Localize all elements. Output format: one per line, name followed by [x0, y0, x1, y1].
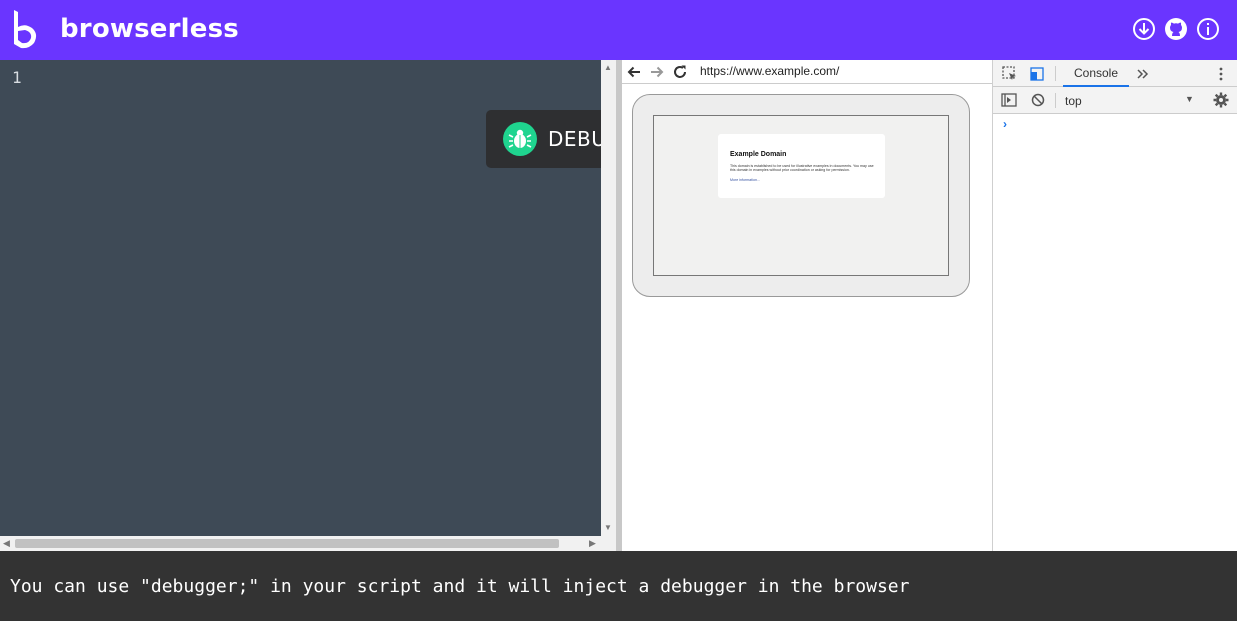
- toolbar-separator: [1055, 93, 1056, 108]
- footer-message: You can use "debugger;" in your script a…: [10, 576, 910, 597]
- context-selector[interactable]: top: [1065, 94, 1082, 108]
- scrollbar-corner: [601, 536, 616, 551]
- back-arrow-icon[interactable]: [625, 63, 643, 81]
- more-info-link[interactable]: More information...: [730, 178, 760, 182]
- devtools-panel: Console top ▼ ›: [992, 60, 1237, 551]
- reload-icon[interactable]: [671, 63, 689, 81]
- browser-preview: https://www.example.com/ Example Domain …: [622, 60, 992, 551]
- clear-console-icon[interactable]: [1029, 91, 1047, 109]
- scroll-up-arrow-icon[interactable]: ▲: [604, 63, 612, 72]
- scroll-down-arrow-icon[interactable]: ▼: [604, 523, 612, 532]
- show-sidebar-icon[interactable]: [1000, 91, 1018, 109]
- bug-icon: [508, 129, 532, 148]
- browser-nav-bar: https://www.example.com/: [622, 60, 992, 84]
- editor-horizontal-scrollbar[interactable]: ◀ ▶: [0, 536, 601, 551]
- app-header: browserless: [0, 0, 1237, 60]
- scroll-right-arrow-icon[interactable]: ▶: [589, 538, 596, 549]
- line-number: 1: [12, 68, 22, 87]
- toolbar-separator: [1055, 66, 1056, 81]
- console-prompt[interactable]: ›: [1003, 117, 1007, 131]
- info-icon[interactable]: [1196, 17, 1220, 41]
- page-heading: Example Domain: [730, 151, 787, 158]
- page-content-card: Example Domain This domain is establishe…: [718, 134, 885, 198]
- debug-button-circle: [503, 122, 537, 156]
- tab-console[interactable]: Console: [1063, 60, 1129, 87]
- horizontal-scroll-thumb[interactable]: [15, 539, 559, 548]
- page-paragraph: This domain is established to be used fo…: [730, 164, 874, 173]
- scroll-left-arrow-icon[interactable]: ◀: [3, 538, 10, 549]
- device-toolbar-icon[interactable]: [1028, 65, 1046, 83]
- inspect-element-icon[interactable]: [1001, 65, 1019, 83]
- download-icon[interactable]: [1132, 17, 1156, 41]
- context-dropdown-arrow-icon[interactable]: ▼: [1185, 94, 1194, 104]
- device-frame: Example Domain This domain is establishe…: [632, 94, 970, 297]
- devtools-toolbar: Console: [993, 60, 1237, 87]
- more-tabs-chevron-icon[interactable]: [1134, 65, 1152, 83]
- status-footer: You can use "debugger;" in your script a…: [0, 551, 1237, 621]
- brand-name[interactable]: browserless: [60, 14, 239, 44]
- code-editor[interactable]: 1 DEBUG: [0, 60, 622, 536]
- console-toolbar: top ▼: [993, 87, 1237, 114]
- github-icon[interactable]: [1164, 17, 1188, 41]
- browserless-logo-icon[interactable]: [11, 9, 41, 50]
- kebab-menu-icon[interactable]: [1212, 65, 1230, 83]
- editor-vertical-scrollbar[interactable]: ▲ ▼: [601, 60, 616, 536]
- debug-button[interactable]: DEBUG: [486, 110, 622, 168]
- settings-gear-icon[interactable]: [1212, 91, 1230, 109]
- address-bar[interactable]: https://www.example.com/: [700, 64, 839, 78]
- device-screen[interactable]: Example Domain This domain is establishe…: [653, 115, 949, 276]
- forward-arrow-icon[interactable]: [648, 63, 666, 81]
